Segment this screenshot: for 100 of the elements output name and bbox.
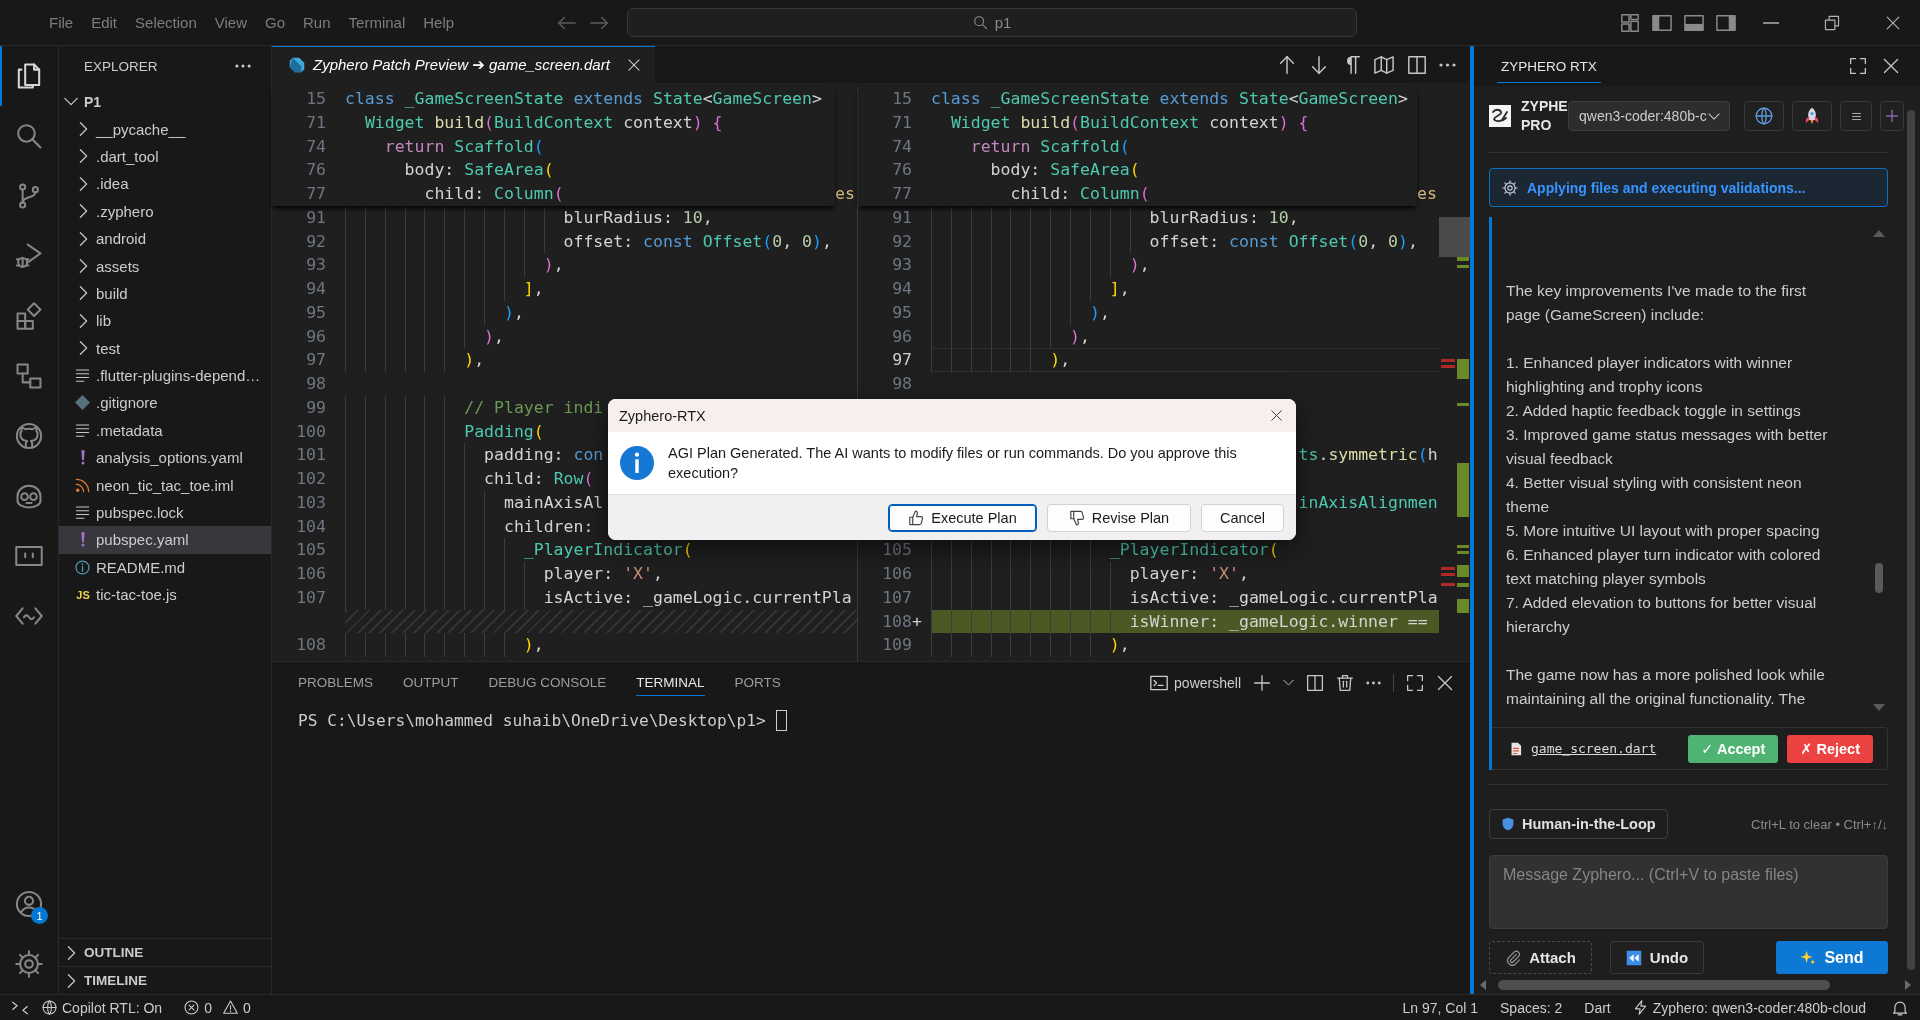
folder-item[interactable]: .zyphero xyxy=(59,197,271,225)
approve-button[interactable]: Execute Plan xyxy=(888,503,1037,532)
file-link[interactable]: game_screen.dart xyxy=(1531,741,1657,756)
close-icon[interactable] xyxy=(1885,14,1901,31)
plus-icon[interactable] xyxy=(1253,673,1271,692)
more-icon[interactable] xyxy=(1366,680,1381,685)
minimize-icon[interactable] xyxy=(1763,21,1779,24)
panel-tab[interactable]: DEBUG CONSOLE xyxy=(488,669,607,696)
rocket-button[interactable] xyxy=(1792,101,1832,131)
account-icon[interactable] xyxy=(15,890,43,918)
maximize-icon[interactable] xyxy=(1849,57,1867,75)
code-line: ), xyxy=(1070,325,1090,348)
mode-chip[interactable]: Human-in-the-Loop xyxy=(1489,809,1668,839)
message-text: The key improvements I've made to the first page (GameScreen) include: xyxy=(1506,281,1808,325)
menu-item[interactable]: View xyxy=(205,14,256,31)
folder-item[interactable]: android xyxy=(59,224,271,253)
chevron-down-icon[interactable] xyxy=(1283,679,1294,686)
panel-tab[interactable]: PROBLEMS xyxy=(298,669,374,696)
bottom-panel-icon[interactable] xyxy=(1684,12,1704,33)
menu-item[interactable]: Run xyxy=(294,14,340,31)
explorer-entry[interactable]: pubspec.yaml xyxy=(59,526,271,554)
vertical-scrollbar[interactable] xyxy=(1907,110,1915,970)
revise-button[interactable]: Revise Plan xyxy=(1047,503,1191,532)
problems-status[interactable]: 0 0 xyxy=(184,999,251,1016)
panel-tab[interactable]: TERMINAL xyxy=(636,669,705,696)
files-icon[interactable] xyxy=(15,62,43,90)
github-icon[interactable] xyxy=(15,422,43,450)
maximize-icon[interactable] xyxy=(1406,673,1424,692)
editor-tab[interactable]: Zyphero Patch Preview ➔ game_screen.dart xyxy=(272,46,655,83)
left-sidebar-icon[interactable] xyxy=(1652,12,1672,33)
map-icon[interactable] xyxy=(1374,54,1394,75)
folder-item[interactable]: lib xyxy=(59,307,271,335)
close-icon[interactable] xyxy=(1436,673,1454,692)
menu-item[interactable]: Help xyxy=(414,14,464,31)
cursor-position[interactable]: Ln 97, Col 1 xyxy=(1402,999,1479,1016)
restore-icon[interactable] xyxy=(1824,14,1840,31)
close-icon[interactable] xyxy=(1270,409,1283,422)
split-terminal-icon[interactable] xyxy=(1306,673,1324,692)
remote-explorer-icon[interactable] xyxy=(15,362,43,390)
explorer-entry[interactable]: .gitignore xyxy=(59,389,271,417)
more-icon[interactable] xyxy=(235,64,251,68)
folder-item[interactable]: P1 xyxy=(59,88,271,116)
explorer-entry[interactable]: README.md xyxy=(59,553,271,582)
menu-item[interactable]: File xyxy=(40,14,83,31)
folder-item[interactable]: assets xyxy=(59,252,271,280)
layout-icon[interactable] xyxy=(1620,12,1640,33)
code-line: ), xyxy=(543,254,564,277)
model-status[interactable]: Zyphero: qwen3-coder:480b-cloud xyxy=(1632,999,1866,1016)
more-icon[interactable] xyxy=(1439,62,1456,67)
attach-button[interactable]: Attach xyxy=(1489,941,1592,974)
code-fragment: es xyxy=(1417,183,1437,205)
trash-icon[interactable] xyxy=(1336,673,1354,692)
undo-button[interactable]: Undo xyxy=(1610,941,1704,974)
model-select[interactable]: qwen3-coder:480b-c xyxy=(1568,101,1730,131)
folder-item[interactable]: .idea xyxy=(59,170,271,198)
menu-item[interactable]: Terminal xyxy=(339,14,415,31)
code-line: inAxisAlignmen xyxy=(1298,491,1438,514)
explorer-entry[interactable]: neon_tic_tac_toe.iml xyxy=(59,471,271,499)
status-item[interactable]: Copilot RTL: On xyxy=(42,999,163,1016)
panel-tab[interactable]: OUTPUT xyxy=(403,669,459,696)
menu-item[interactable]: Selection xyxy=(126,14,206,31)
right-sidebar-icon[interactable] xyxy=(1716,12,1736,33)
extensions-icon[interactable] xyxy=(15,302,43,330)
run-debug-icon[interactable] xyxy=(15,242,43,270)
split-editor-icon[interactable] xyxy=(1406,54,1427,75)
explorer-entry[interactable]: pubspec.lock xyxy=(59,498,271,527)
line-number: 92 xyxy=(306,231,326,251)
code-line: return Scaffold( xyxy=(970,135,1130,158)
line-number: 15 xyxy=(306,89,326,108)
terminal-selector[interactable]: powershell xyxy=(1150,673,1241,692)
send-button[interactable]: Send xyxy=(1776,941,1888,974)
explorer-entry[interactable]: analysis_options.yaml xyxy=(59,444,271,472)
panel-tab[interactable]: PORTS xyxy=(734,669,781,696)
arrow-down-icon[interactable] xyxy=(1309,54,1329,75)
search-field[interactable]: p1 xyxy=(627,8,1357,37)
explorer-entry[interactable]: .metadata xyxy=(59,416,271,445)
menu-button[interactable] xyxy=(1840,101,1872,131)
settings-icon[interactable] xyxy=(15,950,43,978)
menu-item[interactable]: Go xyxy=(256,14,294,31)
reject-button[interactable]: ✗ Reject xyxy=(1787,734,1873,763)
remote-icon[interactable] xyxy=(12,999,28,1016)
folder-item[interactable]: __pycache__ xyxy=(59,115,271,143)
language-status[interactable]: Dart xyxy=(1584,999,1611,1016)
folder-item[interactable]: test xyxy=(59,334,271,362)
robot-icon[interactable] xyxy=(15,482,43,510)
horizontal-scrollbar[interactable] xyxy=(1478,979,1913,991)
message-field[interactable]: Message Zyphero... (Ctrl+V to paste files) xyxy=(1489,855,1888,929)
menu-item[interactable]: Edit xyxy=(82,14,127,31)
folder-item[interactable]: build xyxy=(59,279,271,308)
explorer-entry[interactable]: .flutter-plugins-depend… xyxy=(59,361,271,390)
section-header[interactable]: OUTLINE xyxy=(59,938,271,966)
bell-icon[interactable] xyxy=(1892,999,1908,1016)
indentation-status[interactable]: Spaces: 2 xyxy=(1500,999,1563,1016)
folder-item[interactable]: .dart_tool xyxy=(59,142,271,171)
error-icon xyxy=(184,1000,200,1015)
explorer-entry[interactable]: JS tic-tac-toe.js xyxy=(59,581,271,609)
panel-tab[interactable]: ZYPHERO RTX xyxy=(1497,49,1601,83)
cancel-button[interactable]: Cancel xyxy=(1201,503,1284,532)
search-icon[interactable] xyxy=(15,122,43,150)
globe-button[interactable] xyxy=(1744,101,1784,131)
